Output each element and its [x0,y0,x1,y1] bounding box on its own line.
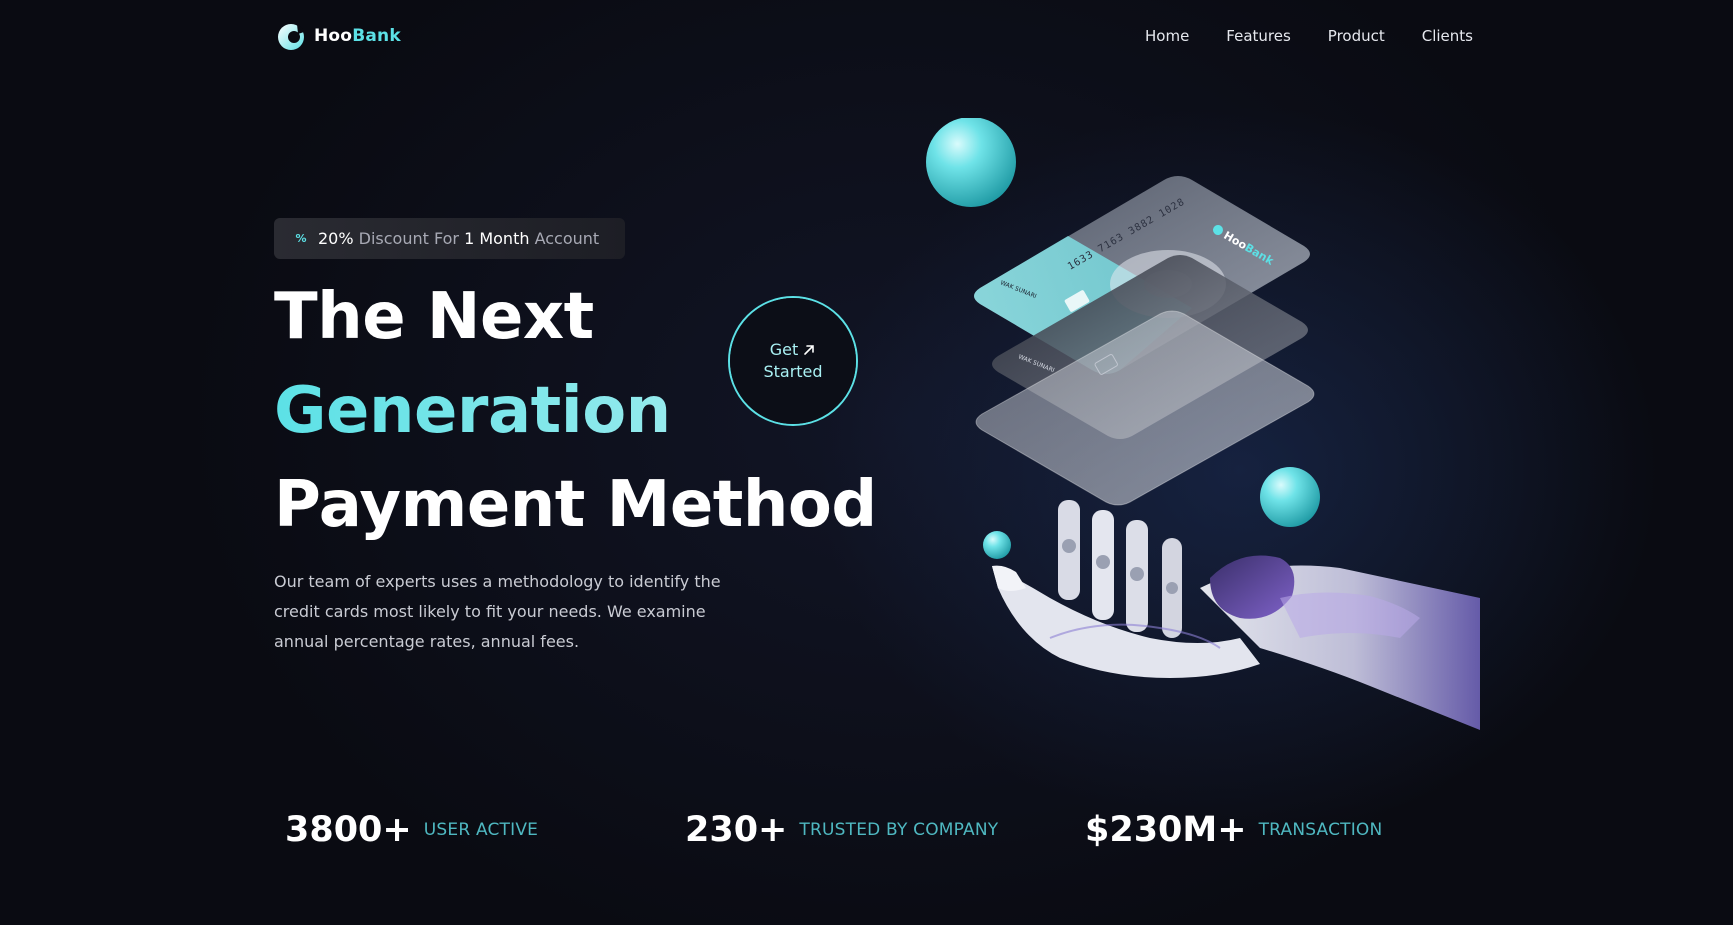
get-started-label-line1: Get [769,340,799,359]
stat-user-active: 3800+ USER ACTIVE [285,810,685,850]
hero-heading-line3: Payment Method [274,468,877,542]
stat-trusted-by-company: 230+ TRUSTED BY COMPANY [685,810,1085,850]
hoobank-logo-icon [278,24,304,50]
nav-link-features[interactable]: Features [1226,27,1291,45]
stat-value: $230M+ [1085,810,1247,850]
get-started-label-line2: Started [763,362,823,381]
brand-logo[interactable]: HooBank [276,20,401,52]
hero-illustration: 1633 7163 3882 1028 HooBank WAK SUNARI W… [900,118,1480,738]
decor-sphere-small [983,531,1011,559]
nav-link-clients[interactable]: Clients [1422,27,1473,45]
decor-sphere-medium [1260,467,1320,527]
percent-discount-icon: % [295,232,307,245]
robotic-hand [992,500,1480,730]
nav-link-home[interactable]: Home [1145,27,1189,45]
stat-label: TRUSTED BY COMPANY [799,820,999,840]
decor-sphere-large [926,118,1016,207]
discount-text: 20% Discount For 1 Month Account [318,229,600,248]
stats-bar: 3800+ USER ACTIVE 230+ TRUSTED BY COMPAN… [285,810,1382,850]
brand-name: HooBank [314,26,401,46]
stat-value: 3800+ [285,810,412,850]
main-nav: Home Features Product Clients [1145,26,1473,45]
landing-page: HooBank Home Features Product Clients % … [0,0,1733,925]
stat-transaction: $230M+ TRANSACTION [1085,810,1382,850]
stat-label: USER ACTIVE [423,820,539,840]
hero-description: Our team of experts uses a methodology t… [274,572,721,651]
discount-badge: % 20% Discount For 1 Month Account [274,218,625,259]
stat-value: 230+ [685,810,788,850]
stat-label: TRANSACTION [1258,820,1383,840]
get-started-button[interactable]: Get Started [728,296,858,426]
nav-link-product[interactable]: Product [1328,27,1385,45]
arrow-up-right-icon [804,345,815,355]
